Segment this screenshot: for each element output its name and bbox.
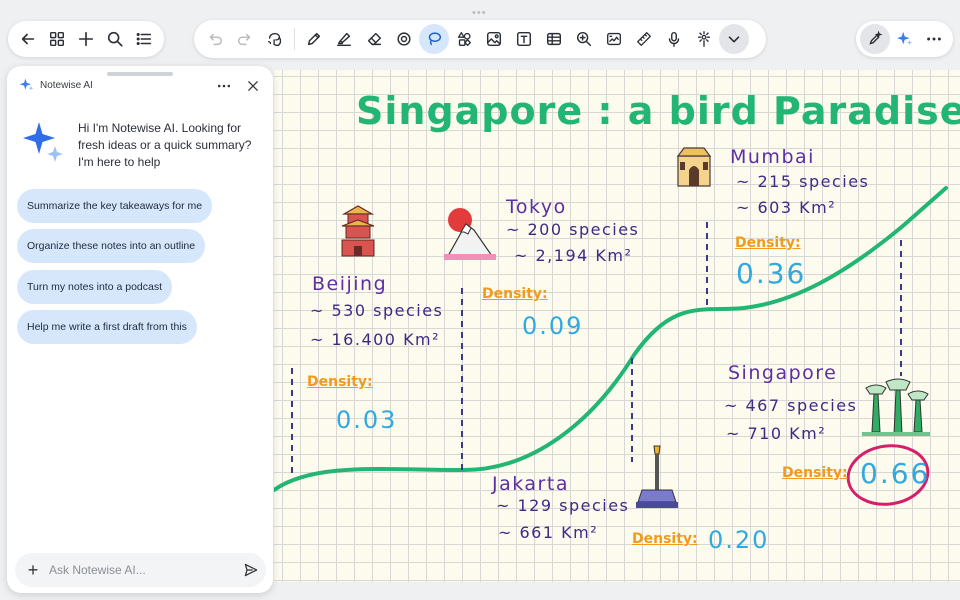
more-dots-icon: [217, 84, 231, 88]
shapes-icon[interactable]: [449, 24, 479, 54]
city-mumbai: Mumbai: [730, 146, 815, 168]
ai-sparkle-icon: [19, 78, 34, 91]
lasso-hand-icon[interactable]: [260, 24, 290, 54]
suggestion-chip[interactable]: Help me write a first draft from this: [17, 310, 197, 344]
mumbai-species: ~ 215 species: [736, 172, 870, 191]
mumbai-density-label: Density:: [735, 235, 801, 251]
pen-icon[interactable]: [299, 24, 329, 54]
suggestion-chip[interactable]: Turn my notes into a podcast: [17, 270, 173, 304]
city-jakarta: Jakarta: [492, 473, 569, 495]
text-box-icon[interactable]: [509, 24, 539, 54]
shape-select-icon[interactable]: [389, 24, 419, 54]
panel-title: Notewise AI: [40, 80, 93, 91]
more-dots-icon[interactable]: [919, 24, 949, 54]
tokyo-density-label: Density:: [482, 286, 548, 302]
ask-ai-bar: +: [15, 553, 266, 587]
toolbar-divider: [294, 28, 295, 50]
suggestion-chip[interactable]: Summarize the key takeaways for me: [17, 189, 213, 223]
canvas-title: Singapore : a bird Paradise !: [356, 89, 960, 133]
tokyo-species: ~ 200 species: [506, 220, 640, 239]
eraser-icon[interactable]: [359, 24, 389, 54]
redo-icon[interactable]: [230, 24, 260, 54]
left-toolbar: [8, 21, 164, 57]
panel-more-button[interactable]: [213, 76, 235, 96]
send-button[interactable]: [236, 562, 266, 578]
city-beijing: Beijing: [312, 273, 388, 295]
tokyo-density-value: 0.09: [522, 312, 584, 340]
tokyo-area: ~ 2,194 Km²: [514, 246, 633, 265]
search-icon[interactable]: [100, 24, 129, 54]
jakarta-density-value: 0.20: [708, 526, 770, 554]
jakarta-species: ~ 129 species: [496, 496, 630, 515]
plus-icon[interactable]: [72, 24, 101, 54]
microphone-icon[interactable]: [659, 24, 689, 54]
undo-icon[interactable]: [200, 24, 230, 54]
mumbai-area: ~ 603 Km²: [736, 198, 837, 217]
singapore-supertrees-doodle: [862, 378, 930, 436]
singapore-species: ~ 467 species: [724, 396, 858, 415]
note-canvas[interactable]: Singapore : a bird Paradise ! Beijing ~ …: [274, 70, 960, 582]
lasso-icon[interactable]: [419, 24, 449, 54]
panel-drag-handle[interactable]: [107, 72, 173, 76]
list-icon[interactable]: [129, 24, 158, 54]
highlighter-icon[interactable]: [329, 24, 359, 54]
ai-sparkle-large-icon: [23, 122, 63, 162]
beijing-area: ~ 16.400 Km²: [310, 330, 441, 349]
ai-greeting: Hi I'm Notewise AI. Looking for fresh id…: [78, 121, 252, 169]
ai-pen-icon[interactable]: [860, 24, 890, 54]
singapore-area: ~ 710 Km²: [726, 424, 827, 443]
grid-icon[interactable]: [43, 24, 72, 54]
attach-plus-button[interactable]: +: [19, 560, 47, 581]
ruler-icon[interactable]: [629, 24, 659, 54]
beijing-density-value: 0.03: [336, 406, 398, 434]
tokyo-fuji-doodle: [444, 208, 496, 260]
photo-board-icon[interactable]: [599, 24, 629, 54]
city-singapore: Singapore: [728, 362, 838, 384]
jakarta-monument-doodle: [636, 445, 678, 508]
more-tools-chevron-icon[interactable]: [719, 24, 749, 54]
panel-close-button[interactable]: [243, 76, 263, 96]
beijing-pagoda-doodle: [341, 205, 375, 257]
close-icon: [248, 81, 258, 91]
beijing-density-label: Density:: [307, 374, 373, 390]
main-toolbar: [194, 20, 766, 58]
singapore-density-label: Density:: [782, 465, 848, 481]
city-tokyo: Tokyo: [506, 196, 567, 218]
singapore-density-value: 0.66: [860, 457, 931, 490]
ask-ai-input[interactable]: [47, 563, 236, 577]
send-icon: [244, 563, 258, 577]
table-icon[interactable]: [539, 24, 569, 54]
back-arrow-icon[interactable]: [14, 24, 43, 54]
laser-pointer-icon[interactable]: [689, 24, 719, 54]
ai-sparkle-icon[interactable]: [890, 24, 920, 54]
right-toolbar: [856, 21, 953, 57]
jakarta-density-label: Density:: [632, 531, 698, 547]
mumbai-gateway-doodle: [676, 147, 712, 187]
beijing-species: ~ 530 species: [310, 301, 444, 320]
jakarta-area: ~ 661 Km²: [498, 523, 599, 542]
mumbai-density-value: 0.36: [736, 257, 807, 290]
toolbar-drag-handle[interactable]: •••: [472, 7, 487, 19]
image-icon[interactable]: [479, 24, 509, 54]
ai-assistant-panel: Notewise AI Hi I'm Notewise AI. Looking …: [7, 66, 273, 593]
zoom-icon[interactable]: [569, 24, 599, 54]
suggestion-chip[interactable]: Organize these notes into an outline: [17, 229, 206, 263]
